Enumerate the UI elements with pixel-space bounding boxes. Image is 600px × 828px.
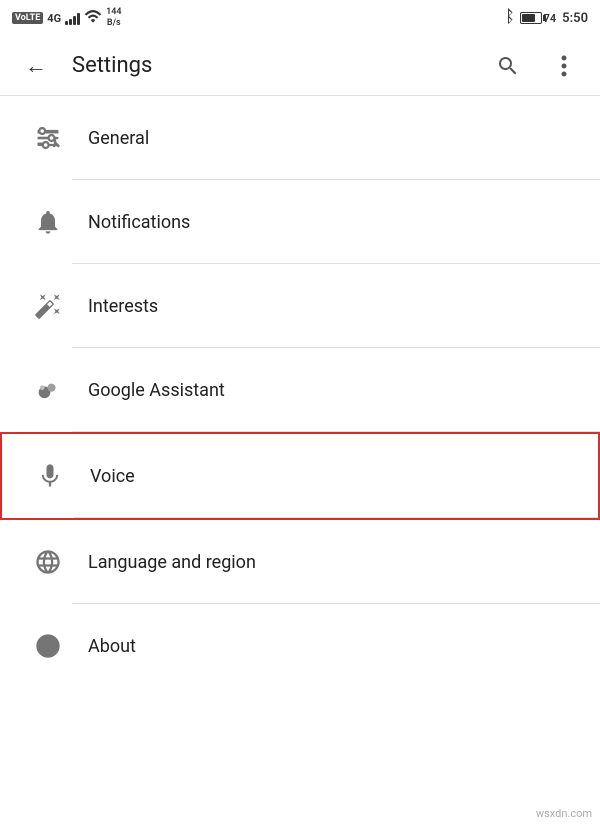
bluetooth-icon xyxy=(502,7,514,29)
settings-item-about[interactable]: About xyxy=(0,604,600,688)
status-bar: VoLTE 4G 144B/s xyxy=(0,0,600,36)
google-assistant-icon xyxy=(24,366,72,414)
battery-fill xyxy=(522,14,535,22)
search-icon xyxy=(496,54,520,78)
general-icon xyxy=(24,114,72,162)
about-label: About xyxy=(88,636,136,657)
voice-label: Voice xyxy=(90,466,135,487)
interests-icon xyxy=(24,282,72,330)
settings-item-general[interactable]: General xyxy=(0,96,600,180)
settings-item-voice[interactable]: Voice xyxy=(0,432,600,520)
app-bar: ← Settings xyxy=(0,36,600,96)
settings-item-language-region[interactable]: Language and region xyxy=(0,520,600,604)
more-vertical-icon xyxy=(561,54,567,78)
status-left: VoLTE 4G 144B/s xyxy=(12,7,122,29)
notifications-icon xyxy=(24,198,72,246)
back-button[interactable]: ← xyxy=(16,46,56,86)
language-region-icon xyxy=(24,538,72,586)
time-display: 5:50 xyxy=(562,11,588,26)
about-icon xyxy=(24,622,72,670)
general-label: General xyxy=(88,128,149,149)
settings-item-notifications[interactable]: Notifications xyxy=(0,180,600,264)
page-title: Settings xyxy=(72,53,472,78)
signal-bars-icon xyxy=(65,11,80,25)
battery-icon xyxy=(520,12,542,24)
interests-label: Interests xyxy=(88,296,158,317)
settings-item-google-assistant[interactable]: Google Assistant xyxy=(0,348,600,432)
battery-container: 74 xyxy=(520,12,557,25)
settings-list: General Notifications Interests xyxy=(0,96,600,688)
four-g-badge: 4G xyxy=(47,12,61,25)
search-button[interactable] xyxy=(488,46,528,86)
back-arrow-icon: ← xyxy=(25,53,47,79)
speed-text: 144B/s xyxy=(106,7,121,29)
wifi-icon xyxy=(84,9,102,27)
volte-badge: VoLTE xyxy=(12,12,43,24)
settings-item-interests[interactable]: Interests xyxy=(0,264,600,348)
more-options-button[interactable] xyxy=(544,46,584,86)
google-assistant-label: Google Assistant xyxy=(88,380,225,401)
status-right: 74 5:50 xyxy=(502,7,588,29)
notifications-label: Notifications xyxy=(88,212,190,233)
language-region-label: Language and region xyxy=(88,552,256,573)
voice-icon xyxy=(26,452,74,500)
watermark: wsxdn.com xyxy=(536,807,592,820)
